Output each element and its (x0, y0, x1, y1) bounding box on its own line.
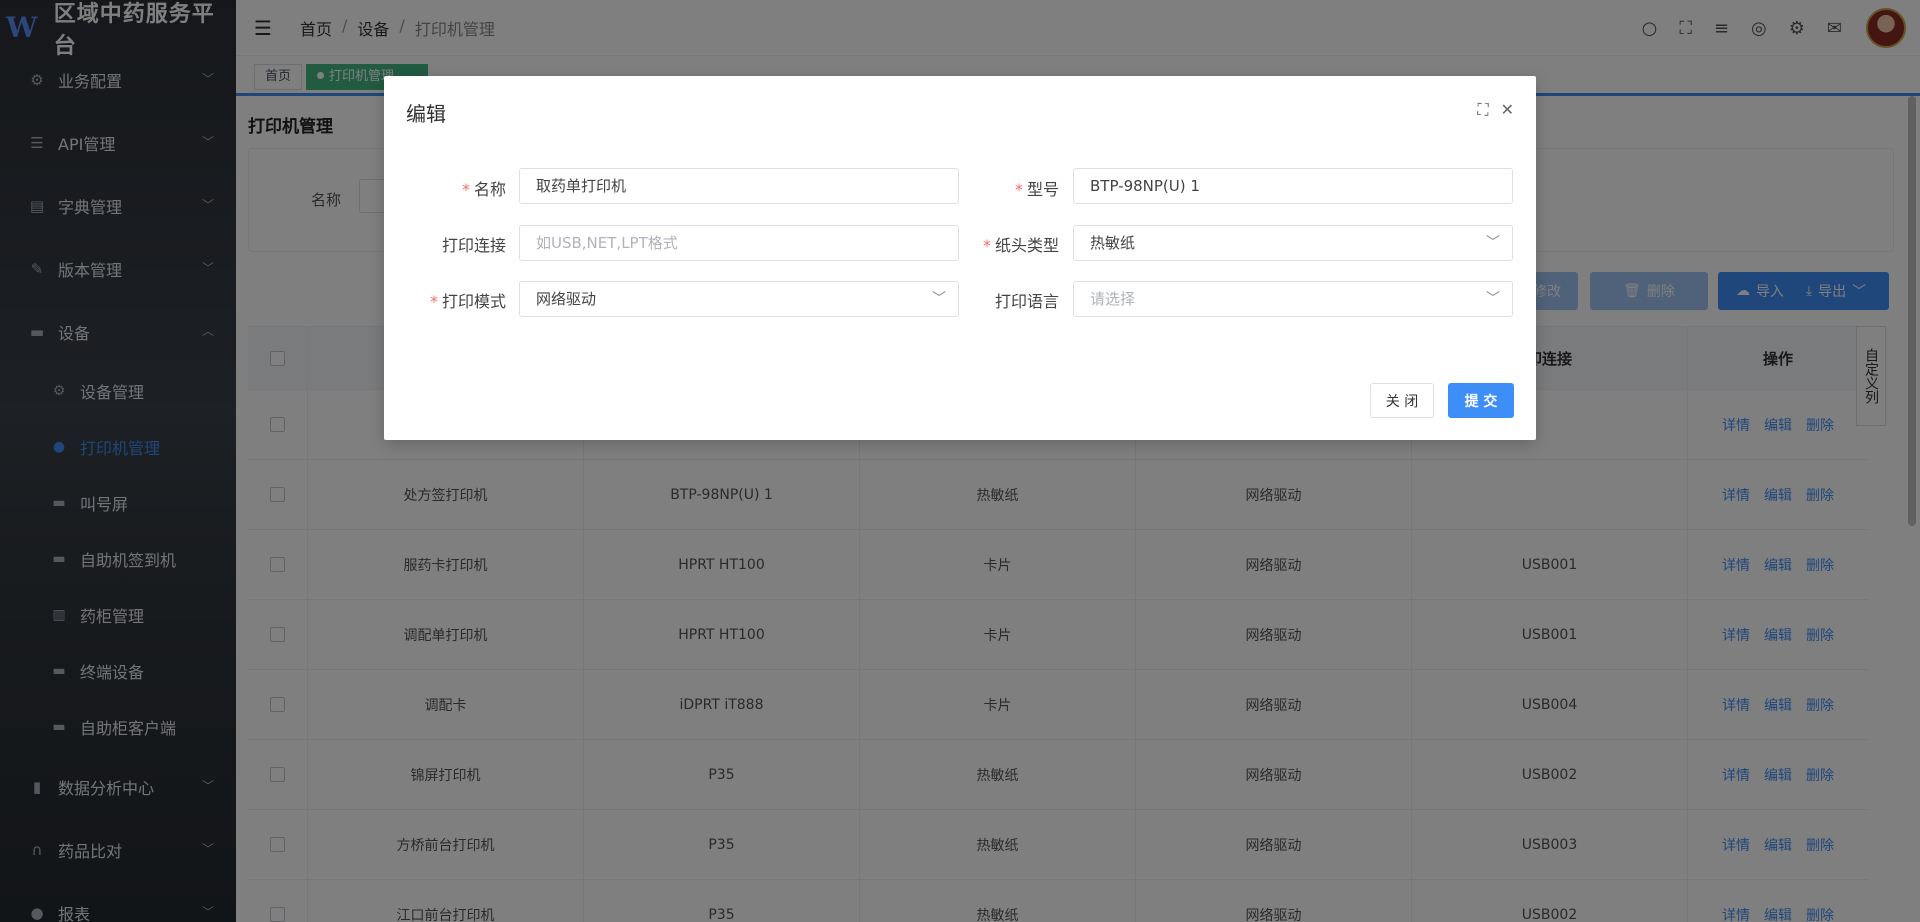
paper-type-label: * 纸头类型 (982, 236, 1059, 255)
paper-type-select[interactable]: 热敏纸 ﹀ (1073, 225, 1513, 261)
print-mode-select[interactable]: 网络驱动 ﹀ (519, 281, 959, 317)
print-mode-value: 网络驱动 (536, 290, 597, 308)
dialog-title: 编辑 (406, 102, 446, 126)
name-input[interactable]: 取药单打印机 (519, 168, 959, 204)
edit-dialog: 编辑 ⛶ ✕ * 名称 取药单打印机 * 型号 BTP-98NP(U) 1 打印连接… (384, 76, 1536, 440)
print-mode-label: * 打印模式 (429, 292, 506, 311)
name-label: * 名称 (461, 180, 506, 199)
print-language-placeholder: 请选择 (1090, 290, 1136, 308)
maximize-icon[interactable]: ⛶ (1477, 100, 1488, 120)
connection-label: 打印连接 (441, 236, 506, 255)
print-language-select[interactable]: 请选择 ﹀ (1073, 281, 1513, 317)
submit-button[interactable]: 提 交 (1448, 383, 1514, 418)
close-button[interactable]: 关 闭 (1370, 383, 1434, 418)
model-label: * 型号 (1014, 180, 1059, 199)
chevron-down-icon: ﹀ (1486, 235, 1500, 251)
paper-type-value: 热敏纸 (1090, 234, 1136, 252)
connection-input[interactable]: 如USB,NET,LPT格式 (519, 225, 959, 261)
chevron-down-icon: ﹀ (1486, 291, 1500, 307)
print-language-label: 打印语言 (994, 292, 1059, 311)
close-icon[interactable]: ✕ (1501, 100, 1514, 120)
model-input[interactable]: BTP-98NP(U) 1 (1073, 168, 1513, 204)
